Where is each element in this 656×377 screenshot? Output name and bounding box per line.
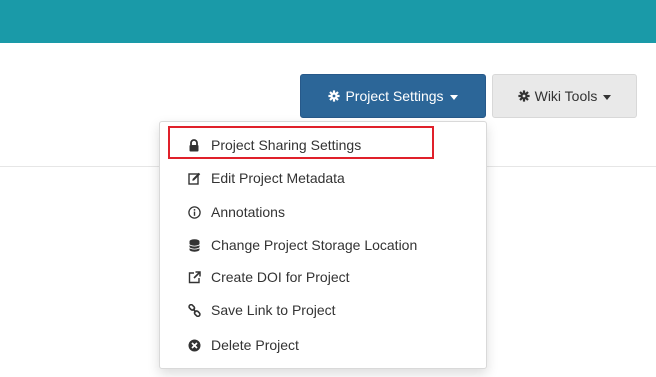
edit-icon	[187, 171, 201, 185]
menu-item-delete-project[interactable]: Delete Project	[160, 329, 486, 361]
project-settings-dropdown-menu: Project Sharing Settings Edit Project Me…	[159, 121, 487, 369]
remove-icon	[187, 338, 201, 352]
menu-item-save-link-to-project[interactable]: Save Link to Project	[160, 294, 486, 326]
menu-item-annotations[interactable]: Annotations	[160, 196, 486, 228]
menu-item-label: Edit Project Metadata	[211, 170, 345, 186]
wiki-tools-label: Wiki Tools	[534, 88, 598, 104]
gear-icon	[328, 90, 341, 102]
gear-icon	[518, 90, 530, 102]
link-icon	[187, 303, 201, 317]
external-link-icon	[187, 270, 201, 284]
menu-item-edit-project-metadata[interactable]: Edit Project Metadata	[160, 162, 486, 194]
top-navigation-bar	[0, 0, 656, 43]
menu-item-label: Project Sharing Settings	[211, 137, 362, 153]
wiki-tools-button[interactable]: Wiki Tools	[492, 74, 637, 118]
project-settings-button[interactable]: Project Settings	[300, 74, 486, 118]
menu-item-create-doi-for-project[interactable]: Create DOI for Project	[160, 261, 486, 293]
menu-item-label: Annotations	[211, 204, 285, 220]
menu-item-change-project-storage-location[interactable]: Change Project Storage Location	[160, 229, 486, 261]
page: Project Settings Wiki Tools Project Shar…	[0, 0, 656, 377]
database-icon	[187, 238, 201, 252]
chevron-down-icon	[449, 94, 458, 100]
menu-item-label: Create DOI for Project	[211, 269, 350, 285]
project-settings-label: Project Settings	[345, 88, 444, 104]
lock-icon	[187, 138, 201, 152]
info-icon	[187, 205, 201, 219]
menu-item-label: Change Project Storage Location	[211, 237, 418, 253]
menu-item-label: Delete Project	[211, 337, 299, 353]
menu-item-label: Save Link to Project	[211, 302, 336, 318]
chevron-down-icon	[603, 94, 612, 100]
menu-item-project-sharing-settings[interactable]: Project Sharing Settings	[160, 129, 486, 161]
